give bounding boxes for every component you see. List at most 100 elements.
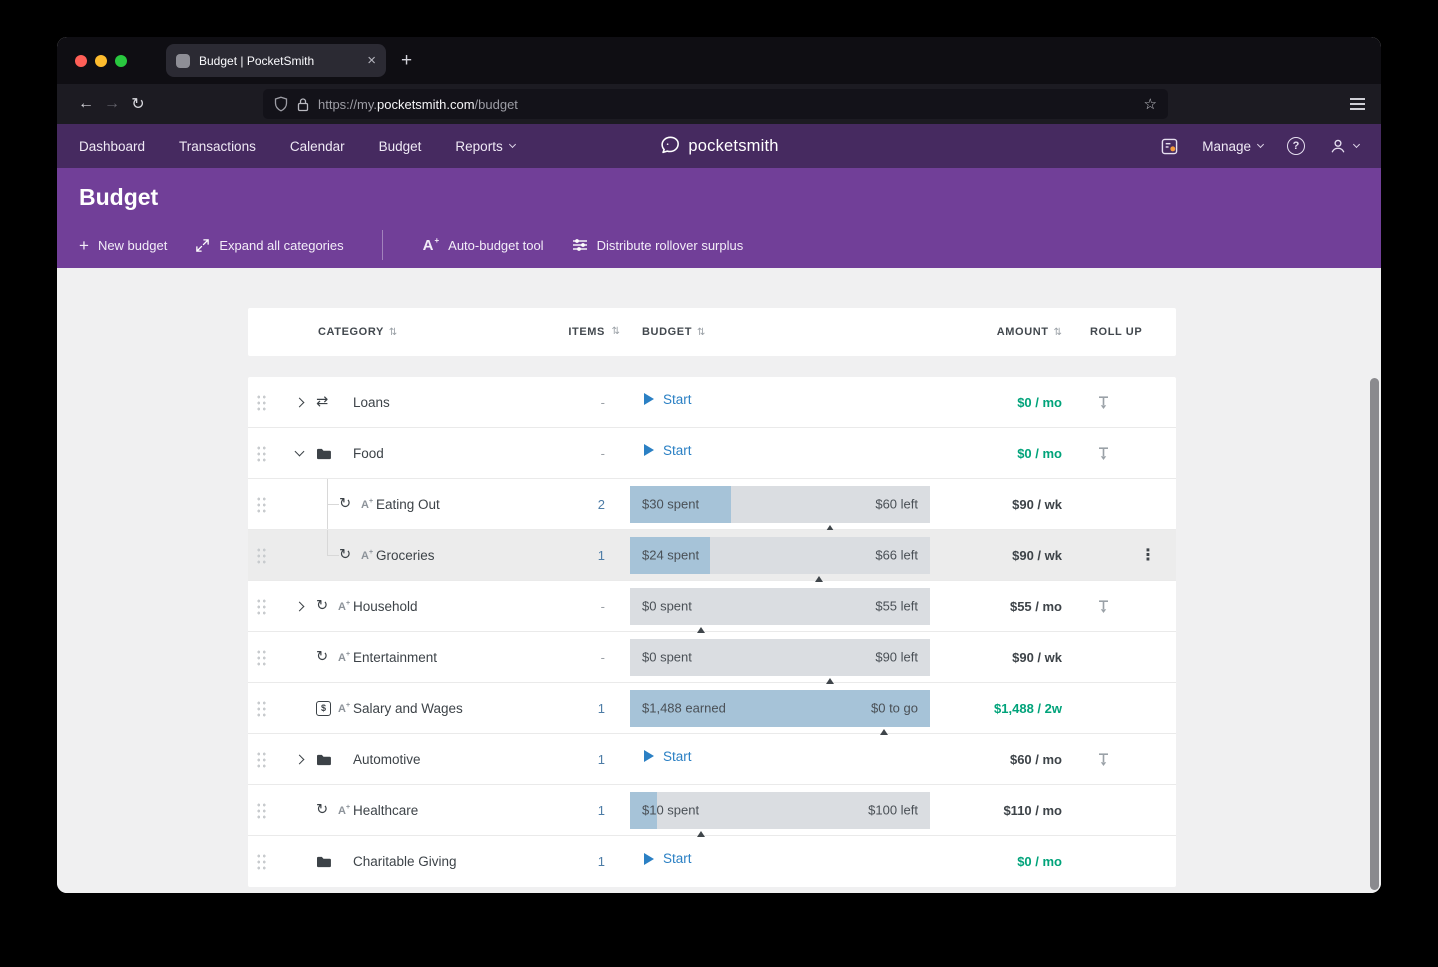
nav-item-budget[interactable]: Budget [362,124,439,168]
budget-cell: $0 spent $90 left [630,639,930,676]
nav-item-transactions[interactable]: Transactions [162,124,273,168]
budget-progress-bar[interactable]: $30 spent $60 left [630,486,930,523]
budget-progress-bar[interactable]: $24 spent $66 left [630,537,930,574]
brand-mark-icon [659,135,681,157]
new-budget-button[interactable]: + New budget [79,237,167,254]
sliders-icon [572,238,588,252]
category-name[interactable]: Food [353,446,384,461]
items-count: - [565,599,605,614]
rollup-header-label: ROLL UP [1090,326,1142,338]
drag-handle-icon[interactable] [256,802,267,819]
distribute-rollover-label: Distribute rollover surplus [597,238,744,253]
rollup-pin-icon[interactable] [1097,395,1110,410]
drag-handle-icon[interactable] [256,700,267,717]
category-name[interactable]: Eating Out [376,497,440,512]
row-menu-icon[interactable]: ⋮ [1140,545,1156,565]
help-button[interactable]: ? [1287,137,1305,155]
column-header-items[interactable]: ITEMS⇅ [565,326,605,338]
play-icon [644,853,654,865]
tab-close-icon[interactable]: × [367,53,376,68]
nav-item-dashboard[interactable]: Dashboard [79,124,162,168]
spent-label: $0 spent [642,650,692,665]
url-path: /budget [475,97,518,112]
category-name[interactable]: Automotive [353,752,421,767]
budget-progress-bar[interactable]: $0 spent $55 left [630,588,930,625]
column-header-amount[interactable]: AMOUNT⇅ [930,326,1062,338]
budget-progress-bar[interactable]: $1,488 earned $0 to go [630,690,930,727]
table-row: ↻ A Groceries 1 $24 spent $66 left $90 /… [248,530,1176,581]
expand-row-button[interactable] [292,603,316,610]
url-domain: pocketsmith.com [377,97,475,112]
drag-handle-icon[interactable] [256,598,267,615]
category-name[interactable]: Healthcare [353,803,418,818]
category-name[interactable]: Household [353,599,418,614]
drag-handle-icon[interactable] [256,853,267,870]
start-label: Start [663,749,692,764]
category-name[interactable]: Charitable Giving [353,854,457,869]
manage-menu[interactable]: Manage [1202,139,1263,154]
drag-handle-icon[interactable] [256,394,267,411]
budget-table: ⇄ Loans - Start $0 / mo [248,377,1176,887]
start-budget-button[interactable]: Start [644,851,930,866]
chevron-down-icon [1257,141,1264,148]
expand-row-button[interactable] [292,399,316,406]
budget-cell: Start [630,435,930,472]
category-name[interactable]: Groceries [376,548,435,563]
expand-row-button[interactable] [292,756,316,763]
amount-value: $1,488 / 2w [930,701,1062,716]
pocketsmith-logo[interactable]: pocketsmith [659,135,778,157]
column-header-category[interactable]: CATEGORY⇅ [248,326,565,338]
address-bar[interactable]: https://my.pocketsmith.com/budget ☆ [263,89,1168,119]
budget-cell: Start [630,384,930,421]
account-menu[interactable] [1329,137,1359,155]
help-icon: ? [1287,137,1305,155]
expand-icon [195,238,210,253]
collapse-row-button[interactable] [292,452,316,455]
rollup-pin-icon[interactable] [1097,752,1110,767]
expand-all-label: Expand all categories [219,238,343,253]
transfer-icon: ⇄ [316,395,338,410]
start-budget-button[interactable]: Start [644,392,930,407]
tab-strip: Budget | PocketSmith × + [57,37,1381,84]
drag-handle-icon[interactable] [256,496,267,513]
bookmark-star-icon[interactable]: ☆ [1144,95,1157,113]
category-name[interactable]: Salary and Wages [353,701,463,716]
expand-all-button[interactable]: Expand all categories [195,238,343,253]
amount-value: $0 / mo [930,446,1062,461]
items-header-label: ITEMS [568,326,605,338]
window-minimize-button[interactable] [95,55,107,67]
budget-progress-bar[interactable]: $10 spent $100 left [630,792,930,829]
nav-item-calendar[interactable]: Calendar [273,124,362,168]
rollup-pin-icon[interactable] [1097,446,1110,461]
plus-icon: + [79,237,89,254]
folder-icon [316,753,338,766]
budget-cell: $1,488 earned $0 to go [630,690,930,727]
amount-value: $90 / wk [930,650,1062,665]
window-close-button[interactable] [75,55,87,67]
drag-handle-icon[interactable] [256,649,267,666]
column-header-budget[interactable]: BUDGET⇅ [630,326,930,338]
browser-tab[interactable]: Budget | PocketSmith × [166,44,386,77]
start-budget-button[interactable]: Start [644,443,930,458]
start-budget-button[interactable]: Start [644,749,930,764]
category-name[interactable]: Loans [353,395,390,410]
drag-handle-icon[interactable] [256,547,267,564]
rollup-pin-icon[interactable] [1097,599,1110,614]
drag-handle-icon[interactable] [256,445,267,462]
forward-icon[interactable]: → [99,95,125,113]
distribute-rollover-button[interactable]: Distribute rollover surplus [572,238,744,253]
scrollbar-thumb[interactable] [1370,378,1379,890]
reload-icon[interactable]: ↻ [125,94,151,114]
back-icon[interactable]: ← [73,95,99,113]
window-zoom-button[interactable] [115,55,127,67]
menu-hamburger-icon[interactable] [1350,98,1365,110]
new-tab-button[interactable]: + [401,51,412,70]
chevron-right-icon [295,397,305,407]
auto-budget-button[interactable]: A Auto-budget tool [423,237,544,253]
tree-connector [292,479,339,529]
budget-progress-bar[interactable]: $0 spent $90 left [630,639,930,676]
category-name[interactable]: Entertainment [353,650,437,665]
nav-item-reports[interactable]: Reports [438,124,531,168]
setup-progress-icon[interactable] [1161,138,1178,155]
drag-handle-icon[interactable] [256,751,267,768]
